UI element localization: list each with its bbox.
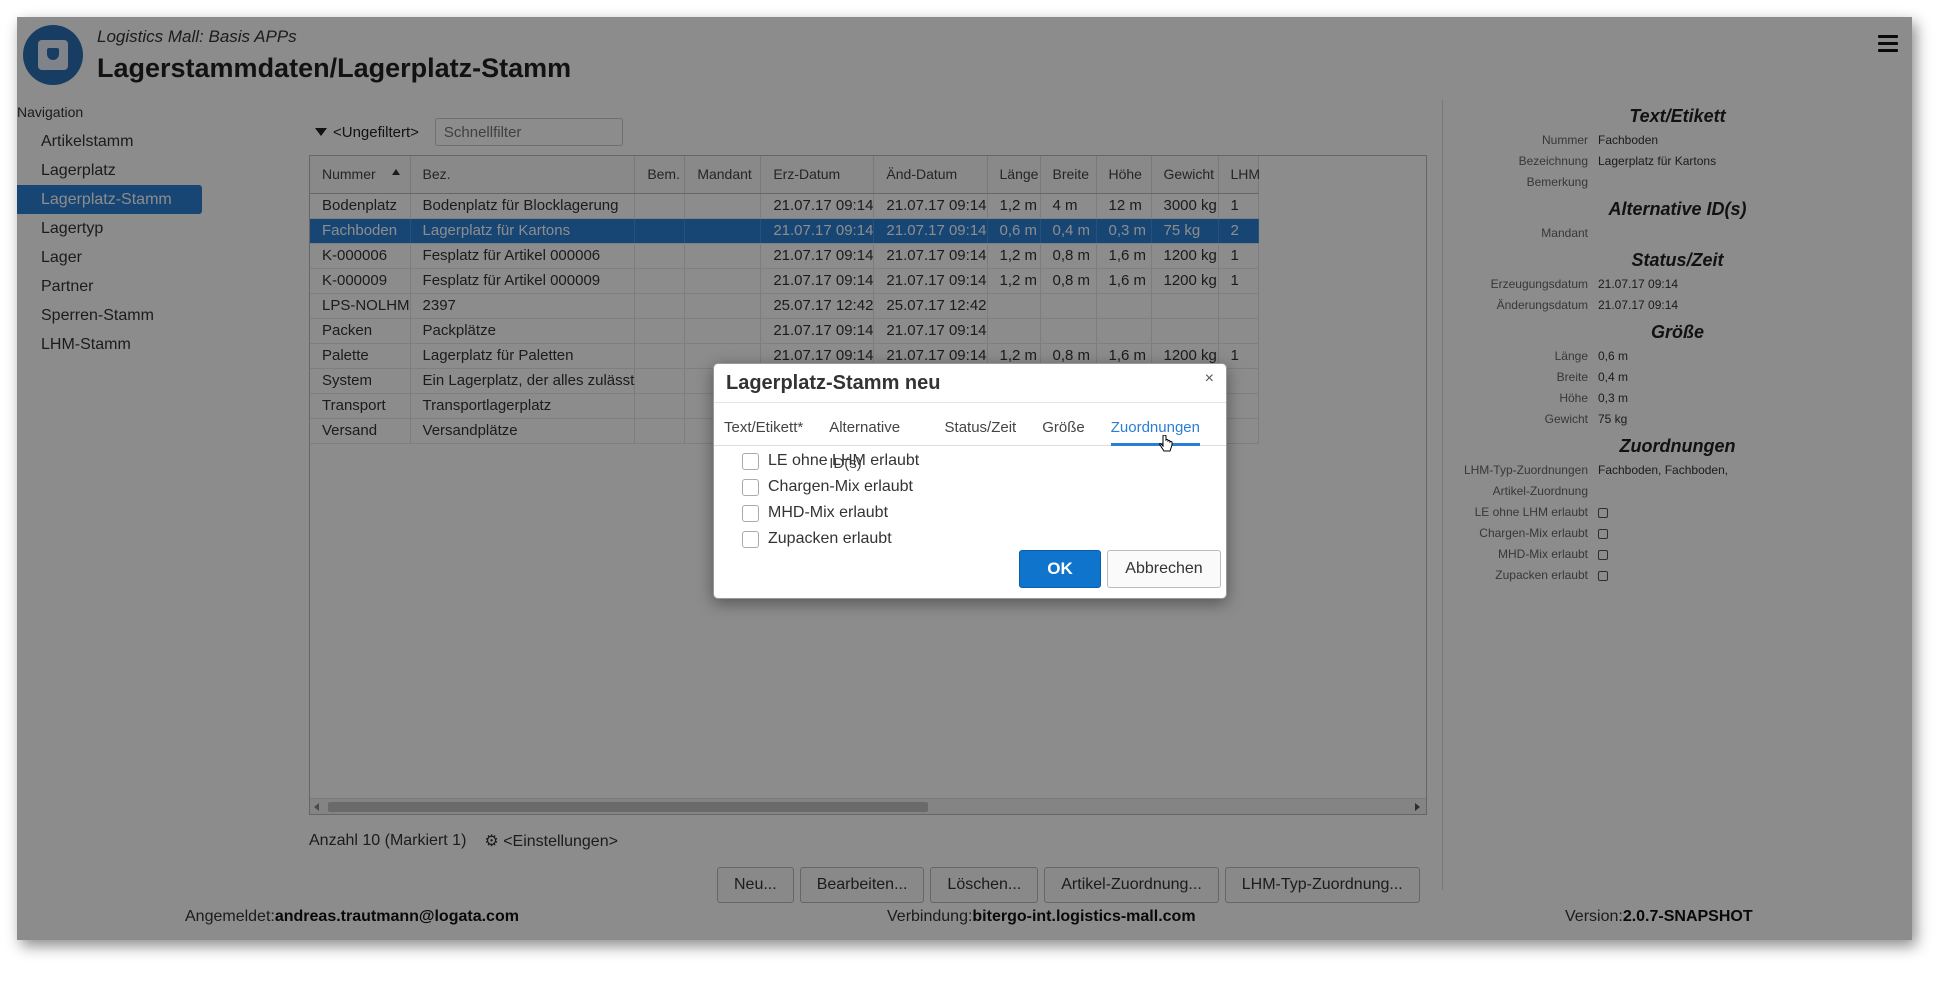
tab-gr-e[interactable]: Größe [1042,410,1085,446]
tab-text-etikett[interactable]: Text/Etikett* [724,410,803,446]
dialog-tabs: Text/Etikett* Alternative ID(s) Status/Zei… [714,410,1226,472]
new-storage-place-dialog: Lagerplatz-Stamm neu × Text/Etikett* Alte… [713,363,1227,599]
checkbox[interactable] [742,504,759,522]
tab-zuordnungen[interactable]: Zuordnungen [1110,410,1200,446]
checkbox-list: LE ohne LHM erlaubt Chargen-Mix erlaubt MH… [742,448,919,552]
checkbox[interactable] [742,452,759,470]
checkbox-item[interactable]: MHD-Mix erlaubt [742,500,919,526]
checkbox-item[interactable]: Zupacken erlaubt [742,526,919,552]
checkbox-label: Chargen-Mix erlaubt [768,478,913,495]
checkbox-item[interactable]: LE ohne LHM erlaubt [742,448,919,474]
checkbox-label: MHD-Mix erlaubt [768,504,889,521]
cancel-button[interactable]: Abbrechen [1107,550,1221,588]
checkbox-item[interactable]: Chargen-Mix erlaubt [742,474,919,500]
tab-alternative-id-s[interactable]: Alternative ID(s) [829,410,918,472]
close-icon[interactable]: × [1205,370,1214,388]
checkbox-label: LE ohne LHM erlaubt [768,452,920,469]
dialog-divider [714,402,1226,403]
checkbox[interactable] [742,478,759,496]
checkbox-label: Zupacken erlaubt [768,530,892,547]
hand-cursor-icon [1159,435,1173,452]
tab-status-zeit[interactable]: Status/Zeit [945,410,1017,446]
app-window: Logistics Mall: Basis APPs Lagerstammdat… [17,17,1912,940]
dialog-title: Lagerplatz-Stamm neu [726,372,941,394]
ok-button[interactable]: OK [1019,550,1101,588]
checkbox[interactable] [742,530,759,548]
